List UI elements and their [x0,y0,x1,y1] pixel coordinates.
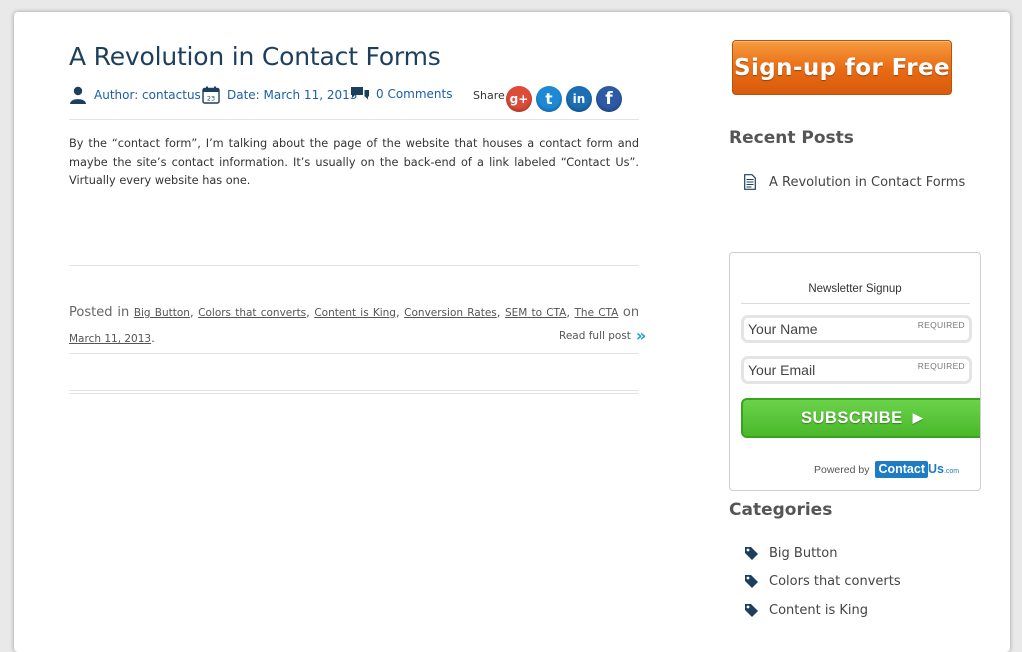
author-link[interactable]: Author: contactus [94,88,201,102]
category-item[interactable]: Big Button [744,546,837,561]
email-field: REQUIRED [741,356,972,384]
play-arrow-icon: ▶ [912,410,924,425]
categories-heading: Categories [729,500,833,520]
posted-in-label: Posted in [69,305,130,320]
powered-by-label: Powered by [814,463,870,476]
date-link[interactable]: March 11, 2013 [69,333,151,345]
name-field: REQUIRED [741,315,972,343]
contactus-logo[interactable]: Contact Us .com [875,461,959,478]
comments-icon [351,87,369,100]
newsletter-title: Newsletter Signup [808,283,902,295]
divider [69,393,639,394]
tag-link[interactable]: Conversion Rates [404,307,497,319]
powered-by: Powered by Contact Us .com [814,461,959,478]
logo-contact-text: Contact [875,461,928,478]
calendar-icon: 23 [202,86,220,104]
linkedin-icon[interactable]: in [566,86,592,112]
tag-link[interactable]: Colors that converts [198,307,306,319]
post-title[interactable]: A Revolution in Contact Forms [69,42,441,71]
newsletter-widget: Newsletter Signup REQUIRED REQUIRED SUBS… [729,252,981,491]
divider [69,390,639,391]
subscribe-button[interactable]: SUBSCRIBE ▶ [741,398,980,438]
share-label: Share [473,89,505,102]
divider [741,303,970,304]
post-date: 23 Date: March 11, 2013 [202,86,357,104]
read-more-link[interactable]: Read full post » [559,326,646,345]
logo-us-text: Us [927,462,944,476]
calendar-day: 23 [207,95,215,103]
recent-posts-heading: Recent Posts [729,128,854,148]
required-label: REQUIRED [917,320,965,330]
category-label[interactable]: Big Button [769,546,837,561]
divider [69,353,639,354]
tag-link[interactable]: Big Button [134,307,190,319]
tag-icon [745,547,758,560]
post-author[interactable]: Author: contactus [69,86,201,104]
tag-link[interactable]: The CTA [575,307,619,319]
signup-button[interactable]: Sign-up for Free [732,40,952,95]
category-label[interactable]: Colors that converts [769,574,901,589]
user-icon [70,86,86,104]
document-icon [744,174,756,190]
post-footer-meta: Posted in Big Button, Colors that conver… [69,305,640,345]
recent-post-item[interactable]: A Revolution in Contact Forms [744,174,965,190]
category-item[interactable]: Content is King [744,603,868,618]
on-label: on [622,305,640,320]
post-meta: Author: contactus 23 Date: March 11, 201… [69,86,639,116]
double-chevron-icon: » [635,326,647,345]
read-more-label: Read full post [559,329,631,342]
tag-link[interactable]: SEM to CTA [505,307,566,319]
post-comments[interactable]: 0 Comments [350,86,453,102]
recent-post-title[interactable]: A Revolution in Contact Forms [769,175,965,190]
google-plus-icon[interactable]: g+ [506,86,532,112]
tag-link[interactable]: Content is King [314,307,396,319]
date-text: Date: March 11, 2013 [227,88,358,102]
tag-icon [745,604,758,617]
facebook-icon[interactable]: f [596,86,622,112]
subscribe-label: SUBSCRIBE [801,408,903,427]
post-excerpt: By the “contact form”, I’m talking about… [69,137,639,187]
category-item[interactable]: Colors that converts [744,574,901,589]
divider [69,265,639,266]
twitter-icon[interactable]: t [536,86,562,112]
tag-icon [745,575,758,588]
divider [69,119,639,120]
category-label[interactable]: Content is King [769,603,868,618]
comments-link[interactable]: 0 Comments [376,87,453,101]
required-label: REQUIRED [917,361,965,371]
logo-com-text: .com [943,468,960,475]
